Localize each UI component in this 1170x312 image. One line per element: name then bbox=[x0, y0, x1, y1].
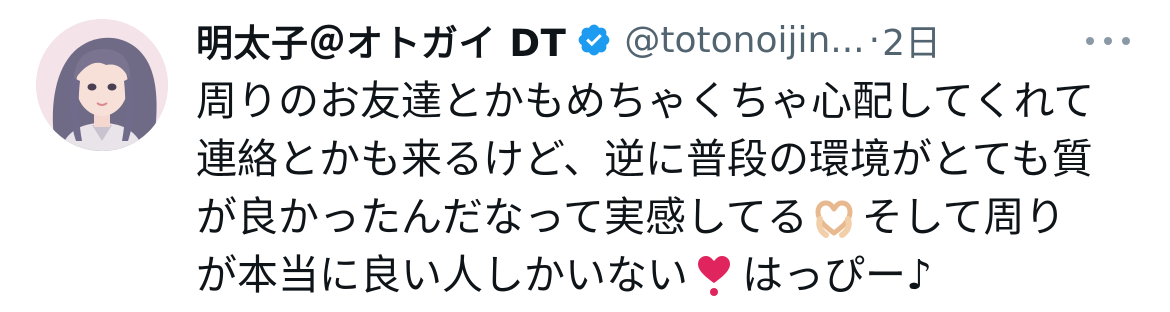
text-segment: はっぴー♪ bbox=[742, 251, 933, 299]
display-name[interactable]: 明太子＠オトガイ DT bbox=[196, 13, 566, 67]
tweet-text-line: が本当に良い人しかいない はっぴー♪ bbox=[196, 246, 1146, 304]
tweet-text: 周りのお友達とかもめちゃくちゃ心配してくれて 連絡とかも来るけど、逆に普段の環境… bbox=[196, 72, 1146, 304]
tweet-card[interactable]: 明太子＠オトガイ DT @totonoijin... · 2日 周りのお友達とか… bbox=[0, 0, 1170, 309]
verified-badge-icon bbox=[576, 22, 612, 58]
more-options-icon[interactable] bbox=[1086, 36, 1130, 46]
tweet-header: 明太子＠オトガイ DT @totonoijin... · 2日 bbox=[196, 14, 1146, 66]
text-segment: 周りのお友達とかもめちゃくちゃ心配してくれて bbox=[196, 77, 1095, 125]
text-segment: 連絡とかも来るけど、逆に普段の環境がとても質 bbox=[196, 135, 1093, 183]
text-segment: そして周り bbox=[861, 193, 1066, 241]
tweet-text-line: 周りのお友達とかもめちゃくちゃ心配してくれて bbox=[196, 72, 1146, 130]
tweet-text-line: が良かったんだなって実感してる そして周り bbox=[196, 188, 1146, 246]
text-segment: が本当に良い人しかいない bbox=[196, 251, 688, 299]
more-dot bbox=[1104, 37, 1112, 45]
separator-dot: · bbox=[868, 19, 881, 61]
heart-hands-emoji bbox=[812, 195, 856, 239]
timestamp[interactable]: 2日 bbox=[882, 14, 941, 66]
tweet-text-line: 連絡とかも来るけど、逆に普段の環境がとても質 bbox=[196, 130, 1146, 188]
handle[interactable]: @totonoijin... bbox=[624, 20, 864, 61]
more-dot bbox=[1122, 37, 1130, 45]
text-segment: が良かったんだなって実感してる bbox=[196, 193, 808, 241]
avatar-image bbox=[36, 19, 168, 151]
avatar[interactable] bbox=[36, 19, 168, 151]
red-heart-emoji bbox=[692, 253, 736, 297]
more-dot bbox=[1086, 37, 1094, 45]
